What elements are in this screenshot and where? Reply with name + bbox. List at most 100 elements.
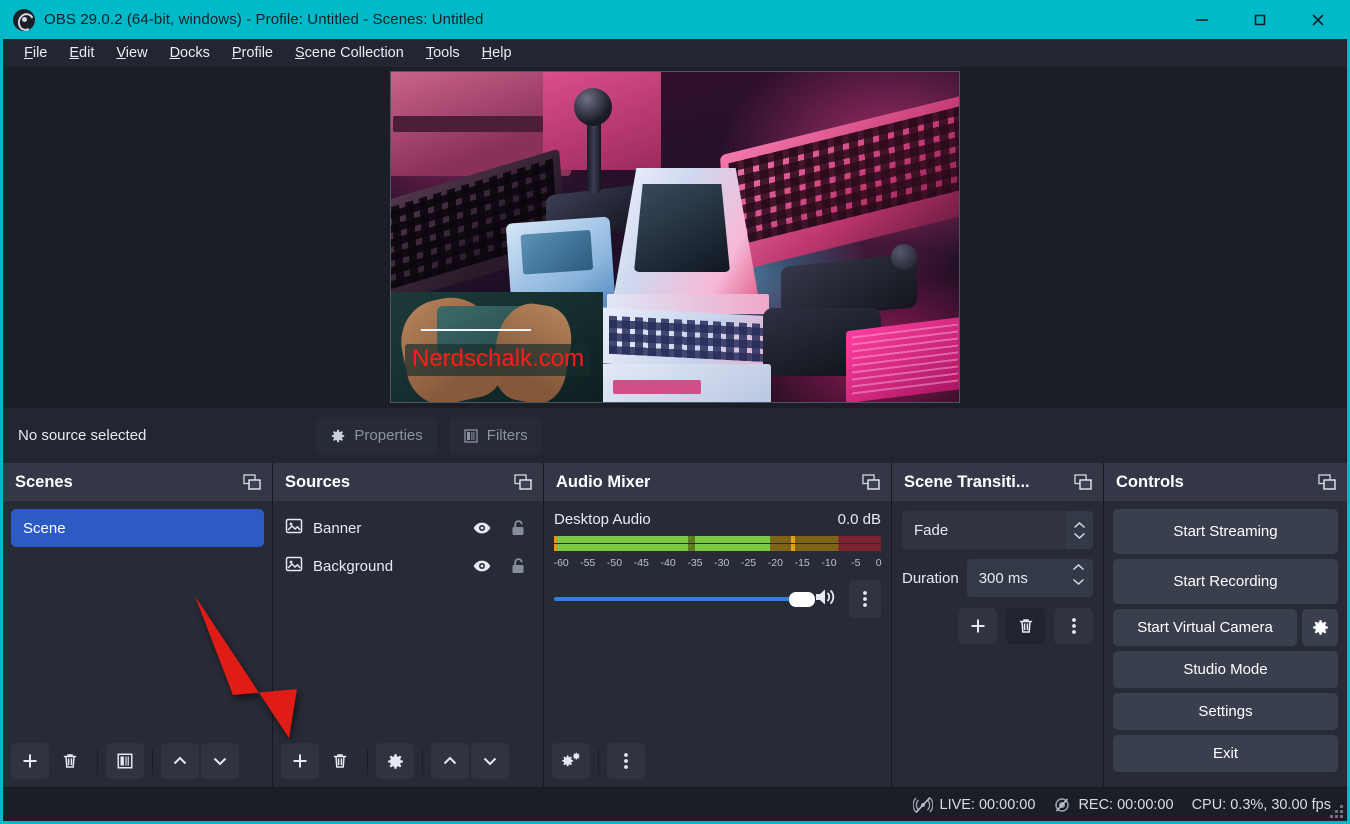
meter-tick: -15 — [794, 557, 810, 569]
menu-tools[interactable]: Tools — [415, 42, 471, 64]
filters-label: Filters — [486, 427, 528, 444]
properties-label: Properties — [354, 427, 423, 444]
transition-select-arrows[interactable] — [1066, 511, 1093, 549]
chevron-down-icon — [213, 757, 227, 766]
speaker-icon[interactable] — [813, 586, 839, 613]
sources-list[interactable]: Banner Background — [273, 501, 543, 735]
audio-level-meter — [554, 536, 881, 554]
trash-icon — [63, 754, 77, 768]
source-item-label: Background — [313, 557, 394, 575]
move-source-down-button[interactable] — [471, 743, 509, 779]
unlock-icon[interactable] — [505, 557, 531, 575]
scenes-dock-title: Scenes — [3, 463, 272, 501]
chevron-down-icon[interactable] — [1072, 578, 1085, 585]
chevron-up-icon[interactable] — [1072, 564, 1085, 571]
properties-button[interactable]: Properties — [316, 416, 437, 455]
menu-profile[interactable]: Profile — [221, 42, 284, 64]
maximize-icon[interactable] — [1231, 0, 1289, 39]
audio-channel-menu-button[interactable] — [849, 580, 881, 618]
image-icon — [285, 555, 303, 577]
start-streaming-button[interactable]: Start Streaming — [1113, 509, 1338, 554]
volume-slider[interactable] — [554, 588, 816, 610]
scene-filters-button[interactable] — [106, 743, 144, 779]
scene-list-item[interactable]: Scene — [11, 509, 264, 547]
trash-icon — [1019, 619, 1032, 633]
unlock-icon[interactable] — [505, 519, 531, 537]
audio-mixer-menu-button[interactable] — [607, 743, 645, 779]
add-transition-button[interactable] — [958, 608, 997, 644]
transition-properties-button[interactable] — [1054, 608, 1093, 644]
start-recording-button[interactable]: Start Recording — [1113, 559, 1338, 604]
list-item[interactable]: Banner — [273, 509, 543, 547]
remove-source-button[interactable] — [321, 743, 359, 779]
undock-icon[interactable] — [243, 474, 262, 496]
undock-icon[interactable] — [1318, 474, 1337, 496]
controls-dock-title: Controls — [1104, 463, 1347, 501]
kebab-icon — [863, 591, 867, 607]
menu-docks[interactable]: Docks — [159, 42, 221, 64]
undock-icon[interactable] — [862, 474, 881, 496]
scenes-list[interactable]: Scene — [3, 501, 272, 735]
scene-transitions-body: Fade Duration 300 ms — [892, 501, 1103, 735]
cpu-text: CPU: 0.3%, 30.00 fps — [1191, 796, 1331, 813]
meter-tick: -40 — [660, 557, 676, 569]
source-properties-button[interactable] — [376, 743, 414, 779]
menu-scene-collection[interactable]: Scene Collection — [284, 42, 415, 64]
move-scene-down-button[interactable] — [201, 743, 239, 779]
live-timer: LIVE: 00:00:00 — [939, 796, 1036, 813]
audio-mixer-toolbar — [544, 735, 891, 787]
remove-scene-button[interactable] — [51, 743, 89, 779]
start-virtual-camera-button[interactable]: Start Virtual Camera — [1113, 609, 1297, 646]
add-scene-button[interactable] — [11, 743, 49, 779]
settings-button[interactable]: Settings — [1113, 693, 1338, 730]
move-source-up-button[interactable] — [431, 743, 469, 779]
live-status: LIVE: 00:00:00 — [912, 796, 1036, 814]
gear-icon — [1312, 620, 1328, 635]
scenes-toolbar — [3, 735, 272, 787]
filters-button[interactable]: Filters — [448, 416, 542, 455]
stream-off-icon — [912, 796, 933, 813]
source-item-label: Banner — [313, 519, 362, 537]
eye-icon[interactable] — [469, 521, 495, 535]
gear-icon — [387, 753, 403, 769]
meter-tick: -55 — [580, 557, 596, 569]
scenes-title-label: Scenes — [15, 472, 73, 491]
chevron-up-icon — [173, 756, 187, 765]
list-item[interactable]: Background — [273, 547, 543, 585]
eye-icon[interactable] — [469, 559, 495, 573]
menu-file[interactable]: File — [13, 42, 58, 64]
menu-help[interactable]: Help — [471, 42, 523, 64]
resize-grip-icon[interactable] — [1330, 805, 1343, 818]
add-source-button[interactable] — [281, 743, 319, 779]
remove-transition-button[interactable] — [1006, 608, 1045, 644]
kebab-icon — [1071, 618, 1076, 634]
controls-title-label: Controls — [1116, 472, 1184, 491]
move-scene-up-button[interactable] — [161, 743, 199, 779]
exit-button[interactable]: Exit — [1113, 735, 1338, 772]
volume-slider-handle[interactable] — [789, 592, 816, 607]
sources-toolbar — [273, 735, 543, 787]
menu-view[interactable]: View — [105, 42, 158, 64]
plus-icon — [293, 754, 307, 768]
scene-transitions-dock: Scene Transiti... Fade Duration 300 ms — [892, 463, 1104, 787]
virtual-camera-config-button[interactable] — [1302, 609, 1338, 646]
transition-type-select[interactable]: Fade — [902, 511, 1093, 549]
banner-source-overlay: Nerdschalk.com — [391, 292, 603, 402]
undock-icon[interactable] — [514, 474, 533, 496]
duration-stepper[interactable]: 300 ms — [966, 559, 1093, 597]
advanced-audio-properties-button[interactable] — [552, 743, 590, 779]
meter-tick: -30 — [714, 557, 730, 569]
studio-mode-button[interactable]: Studio Mode — [1113, 651, 1338, 688]
window-controls — [1173, 0, 1347, 39]
meter-tick: -10 — [821, 557, 837, 569]
scene-transitions-dock-title: Scene Transiti... — [892, 463, 1103, 501]
minimize-icon[interactable] — [1173, 0, 1231, 39]
cpu-status: CPU: 0.3%, 30.00 fps — [1192, 797, 1331, 813]
preview-canvas[interactable]: Nerdschalk.com — [390, 71, 960, 403]
meter-tick: -25 — [740, 557, 757, 569]
undock-icon[interactable] — [1074, 474, 1093, 496]
menu-edit[interactable]: Edit — [58, 42, 105, 64]
close-icon[interactable] — [1289, 0, 1347, 39]
gear-icon — [332, 429, 345, 442]
duration-value: 300 ms — [978, 569, 1028, 587]
